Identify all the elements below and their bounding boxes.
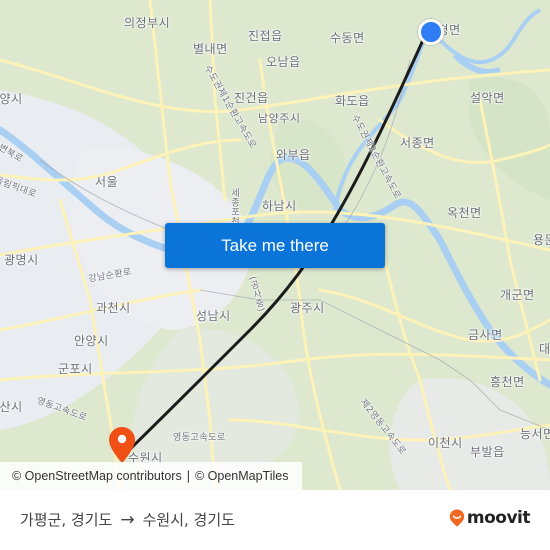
destination-pin-icon[interactable] [108,426,136,464]
map-label: 안산시 [0,400,23,414]
map-label: 서울 [95,175,119,189]
map-label: 개군면 [500,288,535,302]
destination-name: 수원시, 경기도 [142,511,235,529]
map-label: 의정부시 [124,16,171,30]
map-label: 광명시 [4,253,39,267]
map-label: 능서면 [520,427,550,441]
map-label: 하남시 [262,199,297,213]
road-label: 영동고속도로 [173,433,226,443]
openmaptiles-attribution-link[interactable]: © OpenMapTiles [195,469,289,483]
map-label: 과천시 [96,301,131,315]
map-label: 용문면 [533,233,550,247]
map-label: 성남시 [196,309,231,323]
origin-marker[interactable] [418,19,444,45]
footer: 가평군, 경기도 → 수원시, 경기도 moovit [0,490,550,550]
arrow-right-icon: → [120,509,135,530]
map-label: 설악면 [470,91,505,105]
route-summary: 가평군, 경기도 → 수원시, 경기도 [20,509,235,530]
osm-attribution-link[interactable]: © OpenStreetMap contributors [12,469,182,483]
map-label: 수동면 [330,31,365,45]
map-label: 부발읍 [470,445,505,459]
map-label: 진접읍 [248,29,283,43]
map[interactable]: 의정부시 진접읍 수동면 청평면 별내면 오남읍 진건읍 화도읍 설악면 남양주… [0,0,550,490]
map-label: 옥천면 [447,206,482,220]
moovit-pin-icon [449,509,465,527]
map-label: 고양시 [0,92,23,106]
map-label: 오남읍 [266,55,301,69]
origin-name: 가평군, 경기도 [20,511,113,529]
moovit-wordmark: moovit [466,508,531,528]
map-label: 금사면 [468,328,503,342]
map-label: 광주시 [290,301,325,315]
map-label: 흥천면 [490,375,525,389]
map-label: 화도읍 [335,94,370,108]
map-label: 별내면 [193,42,228,56]
map-label: 와부읍 [276,148,311,162]
map-label: 진건읍 [234,91,269,105]
moovit-logo: moovit [449,508,531,528]
map-attribution: © OpenStreetMap contributors | © OpenMap… [0,462,302,490]
map-label: 안양시 [74,334,109,348]
map-label: 남양주시 [258,112,301,125]
take-me-there-button[interactable]: Take me there [165,223,385,268]
map-label: 서종면 [400,136,435,150]
attribution-separator: | [186,469,190,483]
map-label: 이천시 [428,436,463,450]
map-label: 군포시 [58,362,93,376]
map-label: 대신면 [539,342,550,356]
